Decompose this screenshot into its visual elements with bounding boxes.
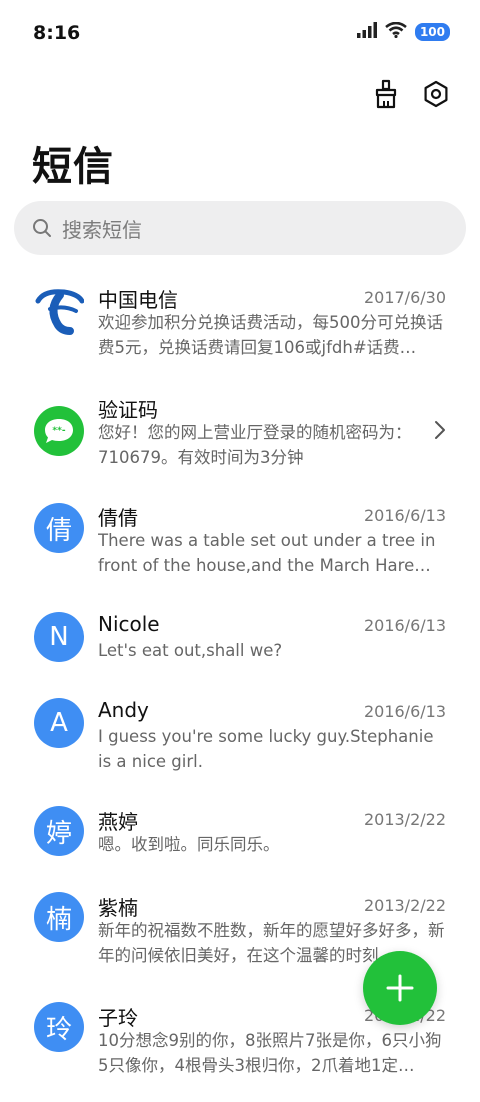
message-preview: 嗯。收到啦。同乐同乐。 <box>98 835 280 854</box>
message-date: 2016/6/13 <box>363 506 446 525</box>
china-telecom-logo <box>35 289 84 335</box>
contact-name: 中国电信 <box>98 288 178 312</box>
svg-text:**-: **- <box>52 426 65 436</box>
status-time: 8:16 <box>33 22 81 44</box>
message-date: 2013/2/22 <box>363 810 446 829</box>
avatar: A <box>34 698 84 748</box>
avatar: 婷 <box>34 806 84 856</box>
settings-button[interactable] <box>420 78 452 110</box>
search-bar[interactable]: 搜索短信 <box>14 201 466 255</box>
message-date: 2017/6/30 <box>363 288 446 307</box>
contact-name: 紫楠 <box>98 896 138 920</box>
message-preview: There was a table set out under a tree i… <box>98 531 436 575</box>
contact-name: 燕婷 <box>98 810 138 834</box>
contact-name: Andy <box>98 698 149 722</box>
new-message-button[interactable] <box>363 951 437 1025</box>
message-preview: Let's eat out,shall we? <box>98 641 283 660</box>
search-icon <box>33 219 51 237</box>
search-placeholder: 搜索短信 <box>62 217 142 242</box>
clean-button[interactable] <box>370 78 402 110</box>
message-preview: 欢迎参加积分兑换话费活动，每500分可兑换话费5元，兑换话费请回复106或jfd… <box>98 313 443 357</box>
message-date: 2016/6/13 <box>363 702 446 721</box>
signal-icon <box>356 22 377 42</box>
battery-indicator: 100 <box>414 23 450 41</box>
top-actions <box>370 78 452 110</box>
avatar: 楠 <box>34 892 84 942</box>
message-date: 2016/6/13 <box>363 616 446 635</box>
message-preview: 10分想念9别的你，8张照片7张是你，6只小狗5只像你，4根骨头3根归你，2爪着… <box>98 1031 442 1075</box>
plus-icon <box>386 974 414 1002</box>
message-date: 2013/2/22 <box>363 896 446 915</box>
status-icons: 100 <box>356 21 450 42</box>
contact-name: 验证码 <box>98 398 158 422</box>
conversation-row[interactable]: **- 验证码 您好！您的网上营业厅登录的随机密码为：710679。有效时间为3… <box>0 390 480 490</box>
wifi-icon <box>385 21 407 42</box>
contact-name: Nicole <box>98 612 160 636</box>
status-bar: 8:16 100 <box>0 0 480 68</box>
conversation-row[interactable]: N Nicole 2016/6/13 Let's eat out,shall w… <box>0 610 480 710</box>
page-title: 短信 <box>32 144 114 190</box>
contact-name: 子玲 <box>98 1006 138 1030</box>
chevron-right-icon <box>435 421 445 439</box>
broom-icon <box>375 79 397 109</box>
conversation-row[interactable]: 中国电信 2017/6/30 欢迎参加积分兑换话费活动，每500分可兑换话费5元… <box>0 280 480 380</box>
avatar: **- <box>34 406 84 456</box>
avatar: 玲 <box>34 1002 84 1052</box>
contact-name: 倩倩 <box>98 506 138 530</box>
conversation-row[interactable]: 婷 燕婷 2013/2/22 嗯。收到啦。同乐同乐。 <box>0 806 480 906</box>
avatar: 倩 <box>34 503 84 553</box>
message-bubble-icon: **- <box>45 419 73 443</box>
avatar <box>34 285 84 335</box>
avatar: N <box>34 612 84 662</box>
conversation-row[interactable]: 倩 倩倩 2016/6/13 There was a table set out… <box>0 500 480 600</box>
settings-icon <box>424 80 448 108</box>
message-preview: 您好！您的网上营业厅登录的随机密码为：710679。有效时间为3分钟 <box>98 423 412 467</box>
conversation-row[interactable]: A Andy 2016/6/13 I guess you're some luc… <box>0 696 480 796</box>
message-preview: I guess you're some lucky guy.Stephanie … <box>98 727 434 771</box>
